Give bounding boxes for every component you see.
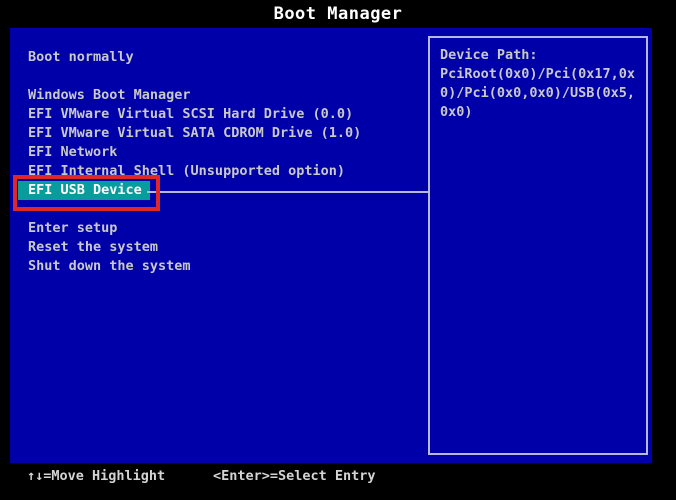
move-highlight-hint: ↑↓=Move Highlight (27, 467, 165, 486)
boot-entry-label: Reset the system (28, 239, 158, 255)
boot-menu-panel: Boot normally Windows Boot Manager EFI V… (10, 28, 652, 463)
boot-entry-label: Windows Boot Manager (28, 87, 191, 103)
boot-entry-label: Shut down the system (28, 258, 191, 274)
annotation-red-box (13, 175, 160, 211)
device-path-text: 0x0) (440, 103, 642, 122)
boot-entry-label: EFI VMware Virtual SATA CDROM Drive (1.0… (28, 125, 361, 141)
page-title: Boot Manager (0, 0, 676, 28)
device-path-text: PciRoot(0x0)/Pci(0x17,0x (440, 65, 642, 84)
boot-entry-label: EFI VMware Virtual SCSI Hard Drive (0.0) (28, 106, 353, 122)
footer-hints: ↑↓=Move Highlight <Enter>=Select Entry (0, 463, 676, 500)
boot-entry-label: Enter setup (28, 220, 117, 236)
boot-entry-label: Boot normally (28, 49, 134, 65)
boot-entry-label: EFI Network (28, 144, 117, 160)
device-path-label: Device Path: (440, 46, 642, 65)
select-entry-hint: <Enter>=Select Entry (213, 467, 376, 486)
device-path-text: 0)/Pci(0x0,0x0)/USB(0x5, (440, 84, 642, 103)
highlight-connector-line (147, 191, 428, 193)
device-path-panel: Device Path: PciRoot(0x0)/Pci(0x17,0x 0)… (428, 36, 648, 455)
boot-manager-screen: Boot Manager Boot normally Windows Boot … (0, 0, 676, 500)
